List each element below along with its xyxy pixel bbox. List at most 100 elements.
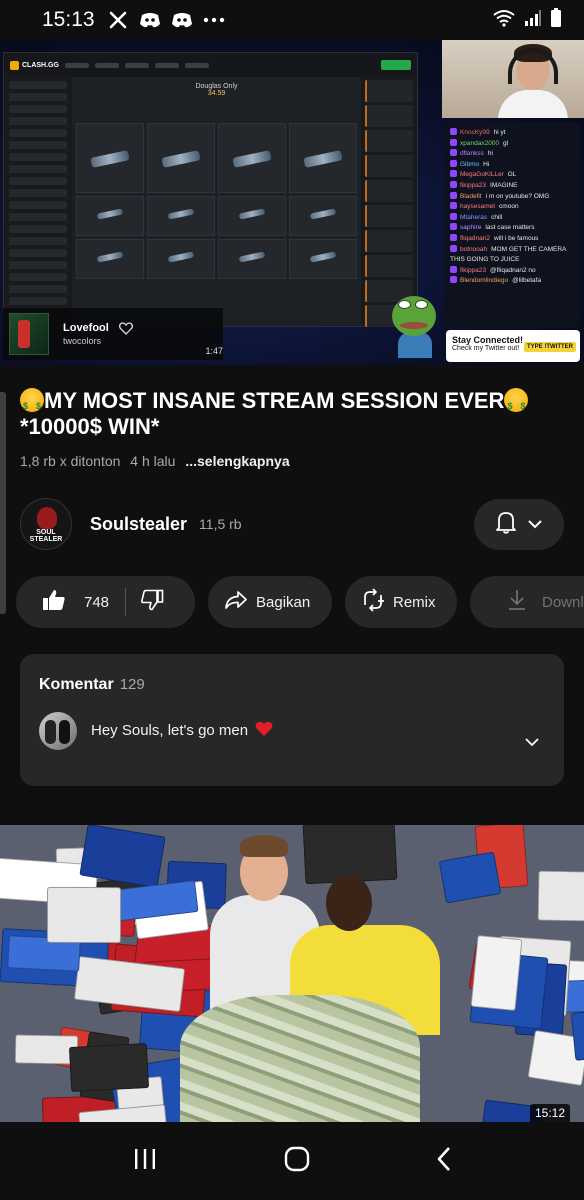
discord-icon xyxy=(139,9,161,31)
chat-badge-icon xyxy=(450,233,457,241)
comments-panel[interactable]: Komentar 129 Hey Souls, let's go men xyxy=(20,654,564,786)
share-button[interactable]: Bagikan xyxy=(208,576,332,628)
signal-icon xyxy=(524,9,542,32)
chat-message: Gibmo Hi xyxy=(450,159,574,171)
like-dislike-group: 748 xyxy=(16,576,195,628)
money-mouth-emoji-icon xyxy=(20,388,44,419)
case-price: 34.59 xyxy=(207,90,226,97)
chat-username: fliqadnan2 xyxy=(460,234,490,242)
chat-badge-icon xyxy=(450,276,457,284)
chat-message: fliqadnan2 will i be famous xyxy=(450,233,574,245)
comments-count: 129 xyxy=(119,676,145,693)
channel-avatar[interactable]: SOUL STEALER xyxy=(20,498,72,550)
next-video-duration: 15:12 xyxy=(529,1104,570,1122)
action-bar: 748 Bagikan Remix Download xyxy=(16,576,584,628)
thumbs-down-icon xyxy=(140,589,164,616)
download-button[interactable]: Download xyxy=(470,576,584,628)
dislike-button[interactable] xyxy=(140,588,164,616)
now-playing-song: Lovefool xyxy=(63,322,109,334)
chat-badge-icon xyxy=(450,212,457,220)
remix-button[interactable]: Remix xyxy=(345,576,457,628)
share-label: Bagikan xyxy=(256,593,311,611)
chat-message: Mtaheras chill xyxy=(450,212,574,224)
next-video-thumbnail[interactable]: 15:12 xyxy=(0,825,584,1122)
pepe-emote xyxy=(388,288,440,358)
thumbnail-product-box xyxy=(68,1042,150,1092)
thumbs-up-icon xyxy=(42,588,66,616)
system-navigation-bar xyxy=(0,1122,584,1200)
chat-username: Mtaheras xyxy=(460,213,488,221)
top-comment-text: Hey Souls, let's go men xyxy=(91,721,273,741)
deposit-button xyxy=(381,60,411,70)
back-button[interactable] xyxy=(436,1146,452,1177)
now-playing-artist: twocolors xyxy=(63,336,102,346)
video-metadata[interactable]: 1,8 rb x ditonton 4 h lalu ...selengkapn… xyxy=(20,453,290,469)
recent-apps-button[interactable] xyxy=(132,1147,158,1176)
chat-text: gl xyxy=(503,139,509,147)
subscriber-count: 11,5 rb xyxy=(199,516,242,532)
thumbnail-product-box xyxy=(438,851,502,903)
chat-text: hi xyxy=(487,150,493,158)
chat-username: haysesamet xyxy=(460,203,496,211)
bell-icon xyxy=(495,510,517,539)
chat-username: MegaGoKiLLer xyxy=(460,171,504,179)
like-button[interactable]: 748 xyxy=(16,588,109,616)
channel-row[interactable]: SOUL STEALER Soulstealer 11,5 rb xyxy=(20,498,242,550)
scroll-indicator xyxy=(0,392,6,614)
chat-text: last case matters xyxy=(485,224,535,232)
chat-text: Hi xyxy=(483,160,490,168)
notification-bell-button[interactable] xyxy=(474,499,564,550)
site-logo: CLASH.GG xyxy=(10,60,59,70)
chat-text: cmoon xyxy=(499,203,519,211)
twitter-overlay-tag: TYPE !TWITTER xyxy=(524,342,576,352)
chat-message: botnooah MOM GET THE CAMERA THIS GOING TO… xyxy=(450,244,574,266)
chat-message: dflankss hi xyxy=(450,149,574,160)
download-label: Download xyxy=(542,593,584,611)
wifi-icon xyxy=(492,9,516,32)
video-title[interactable]: MY MOST INSANE STREAM SESSION EVER *1000… xyxy=(20,388,560,440)
chat-text: @lilbetafa xyxy=(512,277,542,285)
stream-chat-overlay: KnocKy99 hi yt xpandax2000 gl dflankss hi Gibm… xyxy=(444,122,580,328)
chat-badge-icon xyxy=(450,159,457,167)
chat-username: fikippa23 xyxy=(460,266,487,274)
now-playing-overlay: Lovefool twocolors 1:47 xyxy=(3,308,223,360)
twitter-overlay: Stay Connected! Check my Twitter out! TY… xyxy=(446,330,580,362)
chat-badge-icon xyxy=(450,244,457,252)
show-more-link[interactable]: ...selengkapnya xyxy=(185,453,289,469)
chat-username: Blendomlindiego xyxy=(460,277,509,285)
like-count: 748 xyxy=(84,593,110,611)
chat-badge-icon xyxy=(450,149,457,157)
top-comment[interactable]: Hey Souls, let's go men xyxy=(39,712,545,750)
chat-username: dflankss xyxy=(460,150,484,158)
comments-header: Komentar 129 xyxy=(39,676,545,694)
streamer-webcam xyxy=(442,40,584,118)
commenter-avatar xyxy=(39,712,77,750)
chat-username: saphire xyxy=(460,224,482,232)
more-dots-icon xyxy=(203,9,225,31)
expand-comments-chevron-icon[interactable] xyxy=(524,734,540,752)
chat-badge-icon xyxy=(450,170,457,178)
chat-text: GL xyxy=(507,171,517,179)
chat-badge-icon xyxy=(450,223,457,231)
skin-grid xyxy=(76,123,357,279)
thumbnail-product-box xyxy=(537,870,584,922)
chat-message: fikippa23 @fliqadnan2 no xyxy=(450,265,574,277)
chat-message: Blendomlindiego @lilbetafa xyxy=(450,276,574,287)
chat-text: i m on youtube? OMG xyxy=(485,192,550,200)
album-art xyxy=(9,313,49,355)
money-mouth-emoji-icon xyxy=(504,388,529,419)
remix-icon xyxy=(361,588,385,616)
share-icon xyxy=(224,590,248,614)
video-player[interactable]: CLASH.GG Douglas Only 34.59 KnocKy99 hi … xyxy=(0,40,584,365)
battery-icon xyxy=(550,7,562,33)
chat-badge-icon xyxy=(450,202,457,210)
home-button[interactable] xyxy=(283,1145,311,1178)
channel-name[interactable]: Soulstealer xyxy=(90,514,187,535)
chat-username: Gibmo xyxy=(460,160,480,168)
status-time: 15:13 xyxy=(42,8,95,31)
thumbnail-product-box xyxy=(47,887,122,944)
comments-title: Komentar xyxy=(39,676,114,693)
chat-text: hi yt xyxy=(493,129,506,136)
site-chat-sidebar xyxy=(4,77,72,326)
video-title-line1: MY MOST INSANE STREAM SESSION EVER xyxy=(44,388,505,413)
